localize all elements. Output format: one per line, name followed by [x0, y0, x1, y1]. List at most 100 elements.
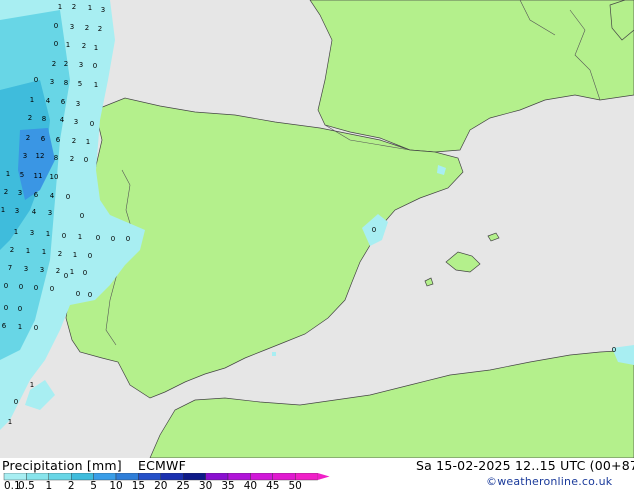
precip-value-label: 1 — [86, 138, 90, 146]
colorbar-swatch — [272, 473, 296, 481]
precip-value-label: 2 — [85, 24, 89, 32]
precip-value-label: 4 — [50, 192, 55, 200]
precip-value-label: 8 — [54, 154, 58, 162]
precip-value-label: 3 — [70, 23, 74, 31]
precip-value-label: 1 — [70, 268, 74, 276]
precip-value-label: 0 — [4, 282, 8, 290]
colorbar-swatch — [182, 473, 206, 481]
precip-value-label: 0 — [93, 62, 97, 70]
precip-value-label: 0 — [50, 285, 54, 293]
precip-value-label: 5 — [20, 171, 24, 179]
precip-value-label: 2 — [98, 25, 102, 33]
colorbar-label: 40 — [244, 480, 257, 490]
precip-value-label: 3 — [15, 207, 19, 215]
colorbar-label: 30 — [199, 480, 212, 490]
colorbar-arrow — [317, 473, 330, 480]
credit-link[interactable]: ©weatheronline.co.uk — [486, 475, 612, 488]
precip-value-label: 3 — [24, 265, 28, 273]
precip-value-label: 12 — [36, 152, 45, 160]
precipitation-map: 1 2 1 30 3 2 20 1 2 12 2 3 00 3 8 5 11 4 6 32 8 4 3 02 6 6 2 13 12 8 2… — [0, 0, 634, 458]
precip-value-label: 2 — [64, 60, 68, 68]
precip-value-label: 7 — [8, 264, 12, 272]
colorbar-label: 25 — [177, 480, 190, 490]
valid-time: Sa 15-02-2025 12..15 UTC (00+87) — [416, 458, 634, 473]
precip-value-label: 1 — [78, 233, 82, 241]
precip-value-label: 0 — [83, 269, 87, 277]
precip-value-label: 3 — [30, 229, 34, 237]
precip-value-label: 1 — [6, 170, 10, 178]
precip-value-label: 6 — [2, 322, 7, 330]
colorbar-swatch — [250, 473, 273, 481]
precip-value-label: 0 — [96, 234, 100, 242]
colorbar-swatch — [205, 473, 229, 481]
precip-value-label: 1 — [94, 44, 98, 52]
precip-value-label: 6 — [41, 135, 46, 143]
precip-value-label: 2 — [10, 246, 14, 254]
precip-value-label: 6 — [34, 191, 39, 199]
colorbar-swatch — [295, 473, 318, 481]
precip-value-label: 0 — [64, 272, 68, 280]
precip-value-label: 3 — [18, 189, 22, 197]
precip-value-label: 2 — [28, 114, 32, 122]
precip-value-label: 4 — [32, 208, 37, 216]
colorbar-label: 45 — [266, 480, 279, 490]
precip-value-label: 0 — [34, 284, 38, 292]
precip-value-label: 1 — [18, 323, 22, 331]
precip-value-label: 0 — [126, 235, 130, 243]
precip-value-label: 0 — [54, 40, 58, 48]
precip-value-label: 2 — [4, 188, 8, 196]
precip-value-label: 1 — [88, 4, 92, 12]
precip-value-label: 0 — [612, 346, 616, 354]
precip-value-label: 1 — [30, 96, 34, 104]
colorbar-label: 50 — [289, 480, 302, 490]
precip-value-label: 1 — [14, 228, 18, 236]
precip-value-label: 0 — [372, 226, 376, 234]
precip-value-label: 3 — [40, 266, 44, 274]
precip-value-label: 2 — [70, 155, 74, 163]
precip-value-label: 2 — [82, 42, 86, 50]
precip-value-label: 3 — [48, 209, 52, 217]
precip-value-label: 2 — [26, 134, 30, 142]
colorbar-swatch — [26, 473, 49, 481]
colorbar-label: 2 — [68, 480, 75, 490]
precip-value-label: 0 — [4, 304, 8, 312]
precip-value-label: 1 — [26, 247, 30, 255]
colorbar-label: 10 — [109, 480, 122, 490]
precip-value-label: 6 — [56, 136, 61, 144]
precip-value-label: 1 — [58, 3, 62, 11]
precip-value-label: 0 — [111, 235, 115, 243]
precip-value-label: 6 — [61, 98, 66, 106]
precip-value-label: 0 — [84, 156, 88, 164]
precip-value-label: 3 — [101, 6, 105, 14]
precip-value-label: 0 — [34, 76, 38, 84]
precip-value-label: 8 — [42, 115, 46, 123]
precip-value-label: 1 — [8, 418, 12, 426]
map-title: Precipitation [mm] — [2, 458, 122, 473]
colorbar-label: 5 — [90, 480, 97, 490]
colorbar-swatch — [138, 473, 161, 481]
colorbar-swatch — [70, 473, 94, 481]
precip-value-label: 4 — [46, 97, 51, 105]
colorbar-label: 35 — [221, 480, 234, 490]
colorbar-label: 1 — [45, 480, 52, 490]
precip-value-label: 0 — [66, 193, 70, 201]
precip-value-label: 0 — [90, 120, 94, 128]
precip-value-label: 0 — [88, 291, 92, 299]
precip-value-label: 1 — [66, 41, 70, 49]
precip-value-label: 0 — [76, 290, 80, 298]
precip-value-label: 11 — [34, 172, 43, 180]
precip-value-label: 3 — [79, 61, 83, 69]
colorbar: 0.10.5 1 2 5 10 15 20 25 30 35 40 45 50 — [3, 473, 330, 490]
precip-value-label: 0 — [14, 398, 18, 406]
colorbar-label: 15 — [132, 480, 145, 490]
precip-value-label: 0 — [62, 232, 66, 240]
precip-value-label: 2 — [72, 3, 76, 11]
precip-value-label: 2 — [72, 137, 76, 145]
precip-value-label: 3 — [76, 100, 80, 108]
colorbar-swatch — [115, 473, 139, 481]
precip-value-label: 2 — [52, 60, 56, 68]
precip-value-label: 2 — [56, 267, 60, 275]
precip-value-label: 0 — [34, 324, 38, 332]
colorbar-label: 0.5 — [18, 480, 35, 490]
precip-value-label: 1 — [1, 206, 5, 214]
